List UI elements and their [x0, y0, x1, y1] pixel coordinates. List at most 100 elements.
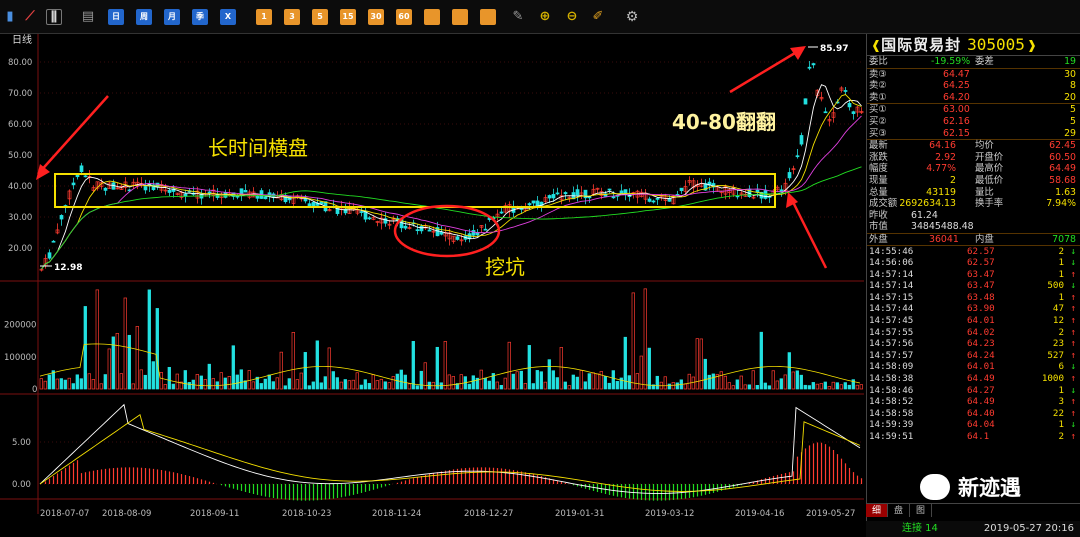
- candle-body: [587, 196, 592, 199]
- arrow-down-icon: ↓: [1070, 384, 1076, 396]
- stat-row: 市值 34845488.48: [867, 221, 1080, 233]
- bar-chart-icon[interactable]: ▮: [2, 9, 18, 25]
- tab-chart[interactable]: 图: [910, 504, 932, 517]
- candle-body: [679, 187, 684, 192]
- period-nmin-button[interactable]: [424, 9, 440, 25]
- next-stock-arrow-icon[interactable]: ❱: [1027, 38, 1037, 52]
- weibi-row: 委比 -19.59% 委差 19: [869, 56, 1076, 67]
- draw-tool-icon[interactable]: ✐: [590, 9, 606, 25]
- volume-bar: [135, 326, 139, 390]
- volume-bar: [283, 385, 287, 390]
- volume-bar: [183, 370, 187, 390]
- stat-label: 成交额: [869, 198, 898, 210]
- stat-row: 幅度 4.77% 最高价 64.49: [867, 163, 1080, 175]
- volume-bar: [683, 383, 687, 390]
- volume-bar: [763, 382, 767, 390]
- edit-icon[interactable]: ✎: [510, 9, 526, 25]
- period-custom-button[interactable]: [480, 9, 496, 25]
- tick-volume: 47: [1052, 303, 1064, 315]
- stat-row: 昨收 61.24: [867, 210, 1080, 222]
- arrow-up-icon: ↑: [1070, 303, 1076, 315]
- stat-label: 现量: [869, 174, 888, 186]
- ma-line: [41, 166, 862, 270]
- volume-bar: [399, 369, 403, 390]
- volume-bar: [771, 370, 775, 390]
- volume-bar: [71, 383, 75, 390]
- candle-body: [415, 229, 420, 232]
- period-3min-button[interactable]: 3: [284, 9, 300, 25]
- volume-bar: [163, 384, 167, 390]
- volume-bar: [279, 351, 283, 390]
- candle-body: [847, 103, 852, 108]
- period-monthly-button[interactable]: 月: [164, 9, 180, 25]
- period-15min-button[interactable]: 15: [340, 9, 356, 25]
- candle-body: [455, 236, 460, 240]
- candle-body: [619, 190, 624, 194]
- volume-bar: [563, 381, 567, 390]
- stat-value: 62.45: [1049, 140, 1076, 152]
- kline-chart[interactable]: 日线 80.00 70.00 60.00 50.00 40.00 30.00 20.00 200…: [0, 34, 866, 537]
- period-4hour-button[interactable]: [452, 9, 468, 25]
- arrow-up-icon: ↑: [1070, 396, 1076, 408]
- volume-bar: [55, 378, 59, 390]
- volume-bar: [567, 385, 571, 390]
- zoom-in-icon[interactable]: ⊕: [537, 9, 553, 25]
- volume-bar: [503, 377, 507, 390]
- volume-bar: [203, 379, 207, 390]
- level-price: 64.47: [943, 68, 970, 80]
- period-30min-button[interactable]: 30: [368, 9, 384, 25]
- arrow-down-icon: ↓: [1070, 257, 1076, 269]
- calendar-icon[interactable]: ▤: [80, 9, 96, 25]
- volume-bar: [315, 340, 319, 390]
- volume-bar: [663, 376, 667, 390]
- volume-bar: [775, 380, 779, 390]
- tick-volume: 1: [1058, 291, 1064, 303]
- candle-chart-icon[interactable]: ⫼: [46, 9, 62, 25]
- period-1min-button[interactable]: 1: [256, 9, 272, 25]
- candle-body: [563, 192, 568, 195]
- volume-bar: [603, 376, 607, 390]
- volume-bar: [687, 373, 691, 390]
- volume-bar: [271, 381, 275, 390]
- period-5min-button[interactable]: 5: [312, 9, 328, 25]
- ask-row: 卖① 64.20 20: [867, 92, 1080, 104]
- prev-stock-arrow-icon[interactable]: ❰: [871, 38, 881, 52]
- tab-detail[interactable]: 细: [866, 504, 888, 517]
- gear-icon[interactable]: ⚙: [624, 9, 640, 25]
- tick-price: 64.49: [967, 396, 995, 408]
- period-weekly-button[interactable]: 周: [136, 9, 152, 25]
- volume-bar: [199, 375, 203, 390]
- volume-bar: [759, 331, 763, 390]
- stat-value: 61.24: [911, 209, 938, 221]
- period-daily-button[interactable]: 日: [108, 9, 124, 25]
- volume-bar: [235, 374, 239, 390]
- volume-bar: [703, 358, 707, 390]
- volume-bar: [63, 379, 67, 390]
- level-label: 买②: [869, 115, 887, 127]
- line-chart-icon[interactable]: ⟋: [22, 9, 38, 25]
- volume-bar: [615, 381, 619, 390]
- volume-bar: [275, 377, 279, 390]
- zoom-out-icon[interactable]: ⊖: [564, 9, 580, 25]
- stat-value: 43119: [926, 186, 956, 198]
- period-60min-button[interactable]: 60: [396, 9, 412, 25]
- volume-bar: [767, 385, 771, 390]
- period-x-button[interactable]: X: [220, 9, 236, 25]
- period-quarterly-button[interactable]: 季: [192, 9, 208, 25]
- candle-body: [263, 196, 268, 200]
- status-bar: 连接 14 2019-05-27 20:16: [866, 521, 1080, 537]
- volume-bar: [451, 376, 455, 390]
- stat-label: 涨跌: [869, 151, 888, 163]
- tick-volume: 527: [1047, 349, 1064, 361]
- tick-list[interactable]: 14:55:46 62.57 2 ↓ 14:56:06 62.57 1 ↓ 14:57:14 63…: [867, 244, 1080, 443]
- volume-bar: [611, 370, 615, 390]
- volume-bar: [119, 373, 123, 390]
- level-price: 64.25: [943, 80, 970, 92]
- pit-ellipse: [393, 204, 501, 258]
- watermark: 新迹遇: [920, 470, 1060, 504]
- date-tick-label: 2019-01-31: [555, 509, 604, 519]
- tab-pankou[interactable]: 盘: [888, 504, 910, 517]
- arrow-up-left: [790, 199, 828, 269]
- volume-bar: [827, 386, 831, 390]
- candle-body: [319, 201, 324, 205]
